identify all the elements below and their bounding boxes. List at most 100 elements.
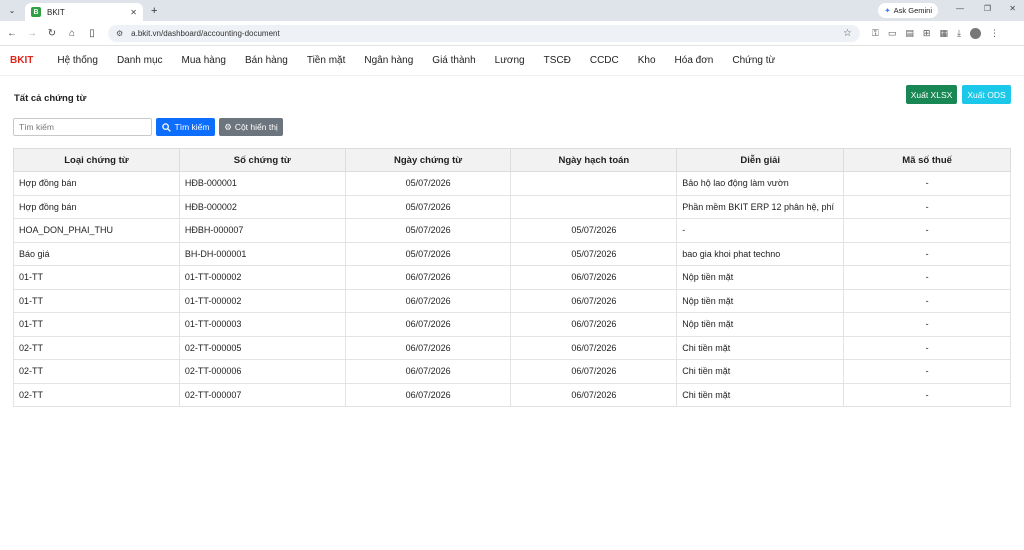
cell-ngay-chung-tu: 05/07/2026 bbox=[344, 241, 512, 266]
cell-loai-chung-tu: Hợp đồng bán bbox=[13, 171, 180, 196]
header-dien-giai[interactable]: Diễn giải bbox=[676, 148, 845, 172]
cell-ma-so-thue: - bbox=[843, 335, 1011, 360]
cell-dien-giai: bao gia khoi phat techno bbox=[676, 241, 845, 266]
export-ods-button[interactable]: Xuất ODS bbox=[962, 85, 1011, 104]
table-row[interactable]: Báo giá BH-DH-000001 05/07/2026 05/07/2026 b… bbox=[13, 241, 1011, 266]
header-loai-chung-tu[interactable]: Loại chứng từ bbox=[13, 148, 180, 172]
minimize-icon[interactable]: — bbox=[956, 4, 964, 13]
cell-loai-chung-tu: 02-TT bbox=[13, 335, 180, 360]
export-xlsx-button[interactable]: Xuất XLSX bbox=[906, 85, 957, 104]
table-row[interactable]: Hợp đồng bán HĐB-000002 05/07/2026 Phần mềm… bbox=[13, 194, 1011, 219]
nav-item-danh-muc[interactable]: Danh mục bbox=[117, 55, 163, 66]
gear-icon: ⚙ bbox=[224, 121, 232, 132]
bookmark-star-icon[interactable]: ☆ bbox=[843, 28, 852, 39]
cell-dien-giai: Chi tiền mặt bbox=[676, 359, 845, 384]
nav-item-ban-hang[interactable]: Bán hàng bbox=[245, 55, 288, 66]
table-row[interactable]: Hợp đồng bán HĐB-000001 05/07/2026 Bảo hộ l… bbox=[13, 171, 1011, 196]
table-row[interactable]: 01-TT 01-TT-000002 06/07/2026 06/07/2026 Nộp… bbox=[13, 288, 1011, 313]
header-ngay-hach-toan[interactable]: Ngày hạch toán bbox=[510, 148, 678, 172]
cell-ngay-hach-toan: 06/07/2026 bbox=[510, 382, 678, 407]
nav-item-ccdc[interactable]: CCDC bbox=[590, 55, 619, 66]
calendar-icon[interactable]: ▦ bbox=[939, 28, 948, 39]
cell-ngay-chung-tu: 06/07/2026 bbox=[344, 288, 512, 313]
cell-dien-giai: Phần mềm BKIT ERP 12 phân hệ, phí bbox=[676, 194, 845, 219]
nav-item-chung-tu[interactable]: Chứng từ bbox=[732, 55, 775, 66]
nav-item-kho[interactable]: Kho bbox=[638, 55, 656, 66]
menu-dots-icon[interactable]: ⋮ bbox=[990, 28, 999, 39]
ask-gemini-label: Ask Gemini bbox=[893, 6, 932, 15]
nav-item-tscd[interactable]: TSCĐ bbox=[544, 55, 571, 66]
new-tab-icon[interactable]: + bbox=[151, 5, 157, 17]
search-toolbar: Tìm kiếm ⚙ Cột hiển thị bbox=[0, 112, 1024, 144]
cell-ngay-chung-tu: 05/07/2026 bbox=[344, 194, 512, 219]
reading-mode-icon[interactable]: ▤ bbox=[905, 28, 914, 39]
brand-logo[interactable]: BKIT bbox=[10, 55, 33, 66]
home-icon[interactable]: ⌂ bbox=[64, 28, 80, 39]
header-ngay-chung-tu[interactable]: Ngày chứng từ bbox=[344, 148, 512, 172]
app-navbar: BKIT Hệ thống Danh mục Mua hàng Bán hàng… bbox=[0, 46, 1024, 76]
close-tab-icon[interactable]: ✕ bbox=[130, 8, 137, 17]
table-row[interactable]: 02-TT 02-TT-000005 06/07/2026 06/07/2026 Chi… bbox=[13, 335, 1011, 360]
gemini-icon: ✦ bbox=[884, 6, 891, 15]
search-button[interactable]: Tìm kiếm bbox=[156, 118, 215, 136]
site-info-icon[interactable]: ⚙ bbox=[116, 29, 123, 38]
forward-icon[interactable]: → bbox=[24, 28, 40, 39]
reload-icon[interactable]: ↻ bbox=[44, 28, 60, 39]
table-row[interactable]: 02-TT 02-TT-000006 06/07/2026 06/07/2026 Chi… bbox=[13, 359, 1011, 384]
cell-ma-so-thue: - bbox=[843, 288, 1011, 313]
table-row[interactable]: 01-TT 01-TT-000002 06/07/2026 06/07/2026 Nộp… bbox=[13, 265, 1011, 290]
restore-icon[interactable]: ❐ bbox=[984, 4, 991, 13]
columns-button[interactable]: ⚙ Cột hiển thị bbox=[219, 118, 283, 136]
tab-list-icon[interactable]: ⌄ bbox=[5, 4, 19, 18]
cell-ma-so-thue: - bbox=[843, 218, 1011, 243]
cell-ma-so-thue: - bbox=[843, 241, 1011, 266]
cell-dien-giai: Nộp tiền mặt bbox=[676, 312, 845, 337]
cell-ngay-chung-tu: 06/07/2026 bbox=[344, 265, 512, 290]
cell-ngay-chung-tu: 05/07/2026 bbox=[344, 218, 512, 243]
header-so-chung-tu[interactable]: Số chứng từ bbox=[178, 148, 346, 172]
nav-item-ngan-hang[interactable]: Ngân hàng bbox=[364, 55, 413, 66]
table-row[interactable]: HOA_DON_PHAI_THU HĐBH-000007 05/07/2026 05/… bbox=[13, 218, 1011, 243]
nav-item-mua-hang[interactable]: Mua hàng bbox=[182, 55, 226, 66]
nav-item-gia-thanh[interactable]: Giá thành bbox=[432, 55, 475, 66]
tab-title: BKIT bbox=[47, 7, 65, 17]
cell-ngay-chung-tu: 06/07/2026 bbox=[344, 335, 512, 360]
cell-dien-giai: Nộp tiền mặt bbox=[676, 265, 845, 290]
nav-item-hoa-don[interactable]: Hóa đơn bbox=[675, 55, 714, 66]
profile-avatar[interactable] bbox=[969, 27, 981, 39]
cell-ma-so-thue: - bbox=[843, 359, 1011, 384]
split-view-icon[interactable]: ▯ bbox=[84, 28, 100, 39]
table-row[interactable]: 01-TT 01-TT-000003 06/07/2026 06/07/2026 Nộp… bbox=[13, 312, 1011, 337]
cell-so-chung-tu: 01-TT-000003 bbox=[178, 312, 346, 337]
nav-item-he-thong[interactable]: Hệ thống bbox=[57, 55, 98, 66]
search-icon bbox=[161, 122, 171, 132]
close-window-icon[interactable]: ✕ bbox=[1009, 4, 1016, 13]
cell-ngay-hach-toan: 06/07/2026 bbox=[510, 359, 678, 384]
cell-so-chung-tu: HĐBH-000007 bbox=[178, 218, 346, 243]
ask-gemini-button[interactable]: ✦ Ask Gemini bbox=[878, 3, 938, 18]
cell-so-chung-tu: 02-TT-000005 bbox=[178, 335, 346, 360]
cell-loai-chung-tu: 02-TT bbox=[13, 382, 180, 407]
payment-card-icon[interactable]: ▭ bbox=[888, 28, 897, 39]
download-icon[interactable]: ⤓ bbox=[957, 28, 961, 39]
cell-ngay-chung-tu: 05/07/2026 bbox=[344, 171, 512, 196]
browser-tab-bar: ⌄ B BKIT ✕ + ✦ Ask Gemini — ❐ ✕ bbox=[0, 0, 1024, 21]
extension-icon[interactable]: ⊞ bbox=[923, 28, 931, 39]
cell-dien-giai: Chi tiền mặt bbox=[676, 335, 845, 360]
back-icon[interactable]: ← bbox=[4, 28, 20, 39]
header-ma-so-thue[interactable]: Mã số thuế bbox=[843, 148, 1011, 172]
nav-item-luong[interactable]: Lương bbox=[495, 55, 525, 66]
cell-ngay-hach-toan bbox=[510, 171, 678, 196]
cell-so-chung-tu: 01-TT-000002 bbox=[178, 265, 346, 290]
cell-ngay-chung-tu: 06/07/2026 bbox=[344, 382, 512, 407]
password-key-icon[interactable]: ⚿ bbox=[872, 28, 879, 39]
browser-tab[interactable]: B BKIT ✕ bbox=[25, 3, 143, 21]
url-bar[interactable]: ⚙ a.bkit.vn/dashboard/accounting-documen… bbox=[108, 24, 860, 42]
cell-dien-giai: Chi tiền mặt bbox=[676, 382, 845, 407]
table-header-row: Loại chứng từ Số chứng từ Ngày chứng từ … bbox=[13, 148, 1011, 172]
cell-ngay-hach-toan: 06/07/2026 bbox=[510, 265, 678, 290]
cell-ma-so-thue: - bbox=[843, 171, 1011, 196]
table-row[interactable]: 02-TT 02-TT-000007 06/07/2026 06/07/2026 Chi… bbox=[13, 382, 1011, 407]
search-input[interactable] bbox=[13, 118, 152, 136]
nav-item-tien-mat[interactable]: Tiền mặt bbox=[307, 55, 346, 66]
